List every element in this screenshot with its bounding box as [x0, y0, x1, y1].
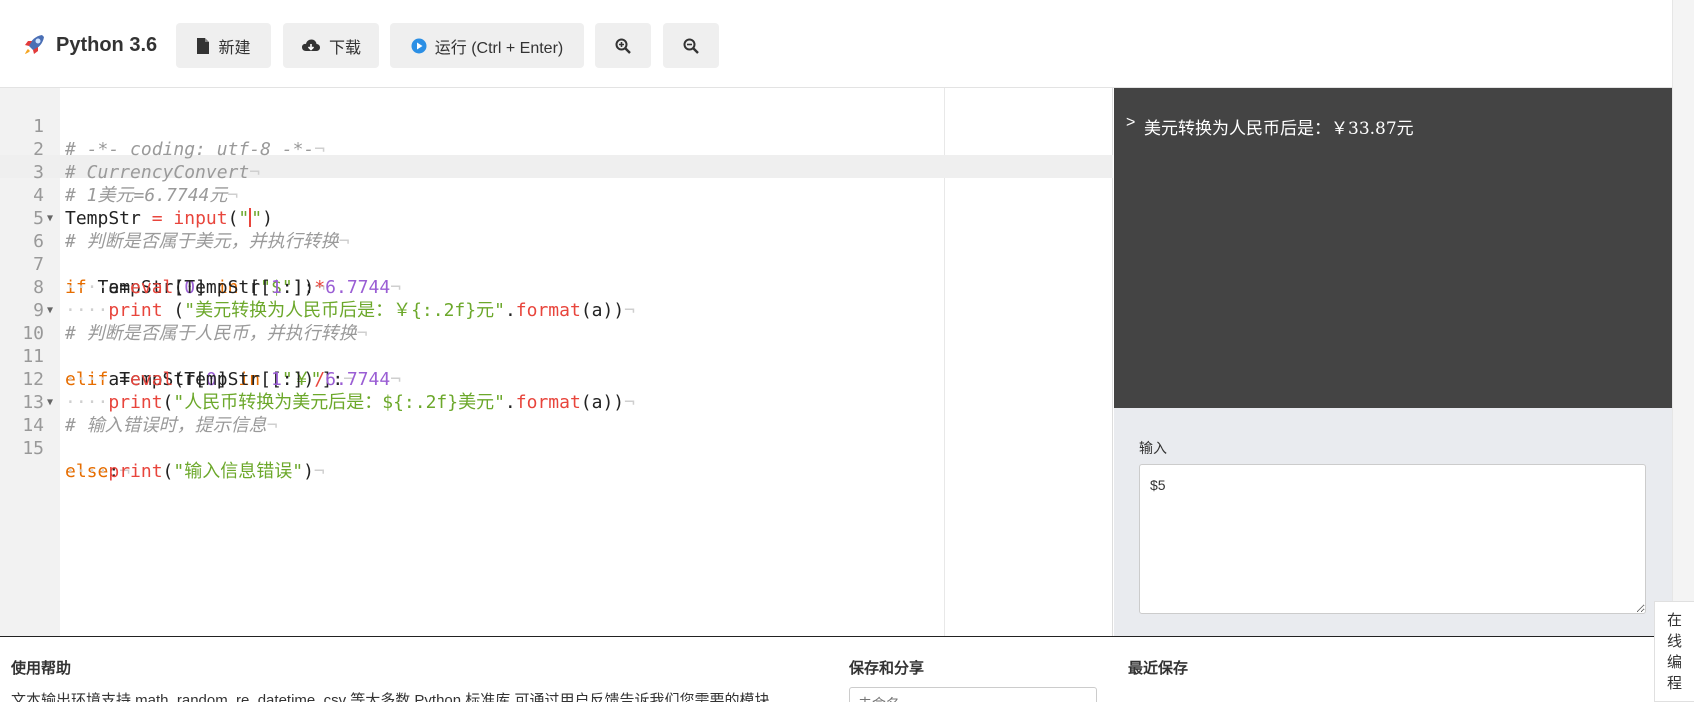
- online-coding-side-tab[interactable]: 在 线 编 程: [1654, 601, 1694, 702]
- page-scrollbar[interactable]: [1672, 0, 1694, 636]
- output-prompt: >: [1126, 114, 1136, 131]
- code-editor[interactable]: 1 # -*- coding: utf-8 -*-¬ 2 # CurrencyC…: [0, 88, 1113, 636]
- fold-arrow-icon[interactable]: ▼: [47, 391, 53, 414]
- code-line[interactable]: 8 ····print ("美元转换为人民币后是：￥{:.2f}元".forma…: [0, 253, 1113, 321]
- cloud-download-icon: [301, 39, 320, 51]
- zoom-out-icon: [683, 38, 699, 54]
- code-line[interactable]: 7 ····a=eval(TempStr[1:])*6.7744¬: [0, 230, 1113, 298]
- input-panel: 输入: [1114, 408, 1672, 636]
- play-circle-icon: [411, 38, 427, 53]
- code-line[interactable]: 10 ▼ elif TempStr[0] in ["￥"]:¬: [0, 299, 1113, 390]
- fold-arrow-icon[interactable]: ▼: [47, 207, 53, 230]
- output-console: > 美元转换为人民币后是：￥33.87元: [1114, 88, 1672, 408]
- app-title: Python 3.6: [56, 33, 158, 56]
- new-button[interactable]: 新建: [176, 23, 271, 68]
- brand: Python 3.6: [20, 29, 157, 61]
- code-line[interactable]: 2 # CurrencyConvert¬: [0, 115, 1113, 183]
- code-line[interactable]: 3 # 1美元=6.7744元¬: [0, 138, 1113, 206]
- new-button-label: 新建: [218, 39, 251, 57]
- code-line[interactable]: 14 ▼ else:¬: [0, 391, 1113, 482]
- toolbar: Python 3.6 新建 下载 运行 (Ctrl + Enter): [0, 0, 1694, 88]
- run-button-label: 运行 (Ctrl + Enter): [434, 39, 564, 57]
- bottom-section: 使用帮助 文本输出环境支持 math, random, re, datetime…: [0, 636, 1694, 702]
- code-line[interactable]: 11 ····a=eval(TempStr[1:])/6.7744¬: [0, 322, 1113, 390]
- output-text: 美元转换为人民币后是：￥33.87元: [1144, 119, 1414, 139]
- line-number: 15: [22, 438, 44, 459]
- code-line[interactable]: 1 # -*- coding: utf-8 -*-¬: [0, 92, 1113, 160]
- code-line[interactable]: 5 # 判断是否属于美元，并执行转换¬: [0, 184, 1113, 252]
- code-line[interactable]: 15 ····print("输入信息错误")¬: [0, 414, 1113, 482]
- code-line[interactable]: 4 TempStr = input(" "): [0, 161, 1113, 229]
- save-share-heading: 保存和分享: [849, 660, 925, 677]
- side-tab-char: 程: [1666, 674, 1682, 692]
- fold-arrow-icon[interactable]: ▼: [47, 299, 53, 322]
- zoom-in-icon: [615, 38, 631, 54]
- file-icon: [197, 37, 210, 54]
- zoom-in-button[interactable]: [595, 23, 651, 68]
- side-tab-char: 线: [1666, 632, 1682, 650]
- download-button[interactable]: 下载: [283, 23, 379, 68]
- side-tab-char: 编: [1666, 653, 1682, 671]
- recent-saves-heading: 最近保存: [1128, 660, 1189, 677]
- code-line[interactable]: 13 # 输入错误时，提示信息¬: [0, 368, 1113, 436]
- input-label: 输入: [1139, 440, 1167, 456]
- help-heading: 使用帮助: [11, 660, 72, 677]
- zoom-out-button[interactable]: [663, 23, 719, 68]
- download-button-label: 下载: [328, 39, 361, 57]
- rocket-icon: [25, 35, 44, 54]
- help-text: 文本输出环境支持 math, random, re, datetime, csv…: [11, 692, 770, 702]
- side-tab-char: 在: [1666, 611, 1682, 629]
- code-line[interactable]: 9 # 判断是否属于人民币，并执行转换¬: [0, 276, 1113, 344]
- snippet-name-input[interactable]: [849, 687, 1097, 702]
- run-button[interactable]: 运行 (Ctrl + Enter): [390, 23, 584, 68]
- code-line[interactable]: 12 ····print("人民币转换为美元后是：${:.2f}美元".form…: [0, 345, 1113, 413]
- code-line[interactable]: 6 ▼ if TempStr[0] in ["$"]:¬: [0, 207, 1113, 298]
- code-text: ····print("输入信息错误")¬: [65, 461, 325, 482]
- stdin-textarea[interactable]: [1139, 464, 1646, 614]
